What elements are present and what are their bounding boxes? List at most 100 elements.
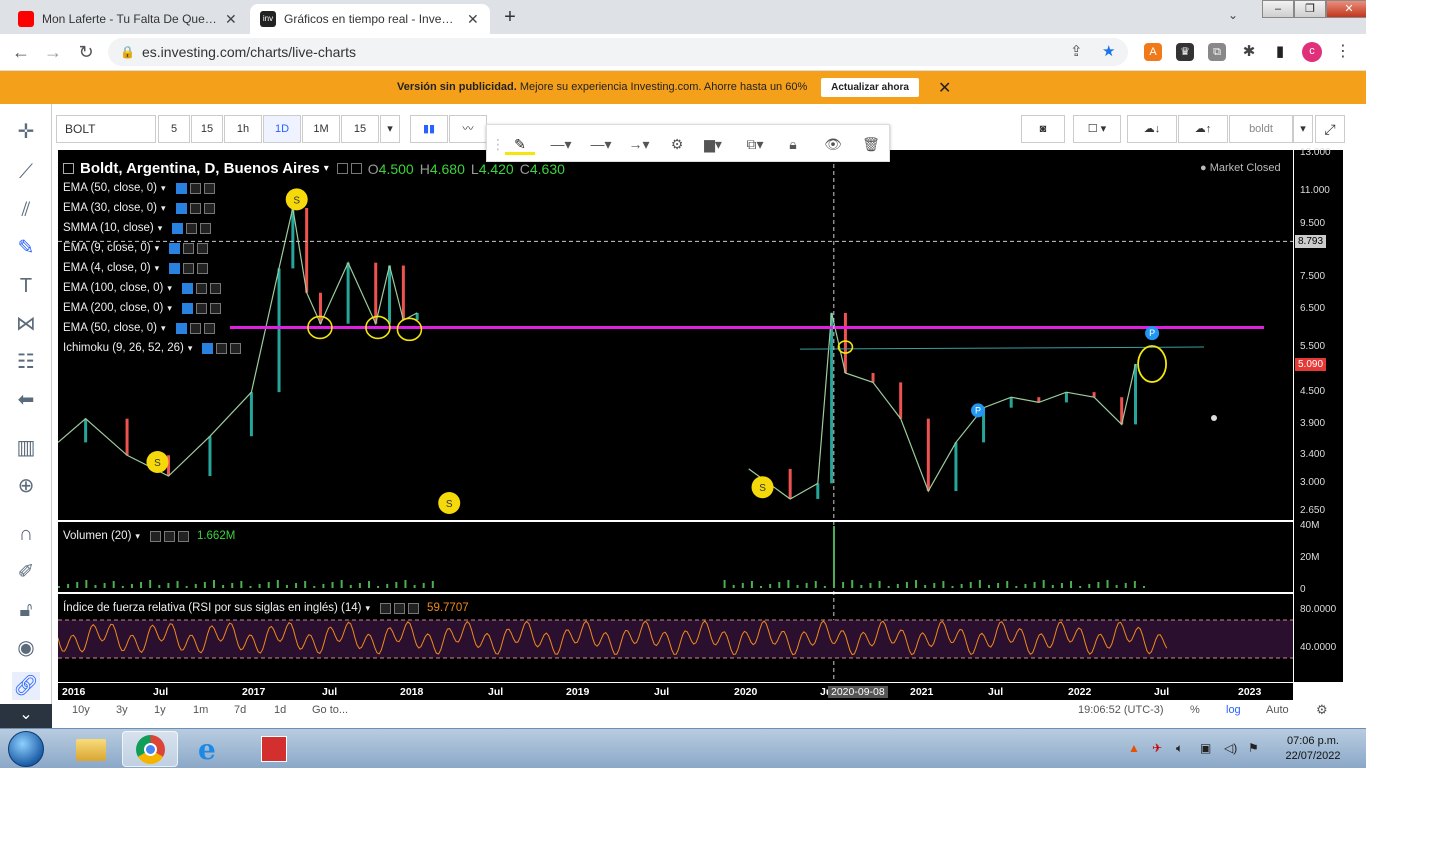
visibility-icon[interactable] bbox=[175, 182, 187, 194]
percent-toggle[interactable]: % bbox=[1190, 704, 1200, 716]
upgrade-button[interactable]: Actualizar ahora bbox=[821, 78, 919, 97]
symbol-search-input[interactable]: BOLT bbox=[56, 115, 156, 143]
speaker-tray-icon[interactable]: ◁) bbox=[1224, 741, 1237, 755]
goto-date-button[interactable]: Go to... bbox=[312, 704, 348, 716]
settings-icon[interactable] bbox=[189, 182, 201, 194]
text-tool-icon[interactable]: T bbox=[12, 272, 40, 300]
settings-icon[interactable] bbox=[216, 342, 228, 354]
side-panel-icon[interactable]: ▮ bbox=[1271, 43, 1289, 61]
dropdown-icon[interactable]: ▾ bbox=[158, 223, 163, 234]
file-explorer-icon[interactable] bbox=[62, 731, 118, 767]
settings-icon[interactable] bbox=[183, 242, 195, 254]
indicator-legend-item[interactable]: SMMA (10, close) ▾ bbox=[63, 222, 212, 234]
dropdown-icon[interactable]: ▾ bbox=[161, 323, 166, 334]
network-tray-icon[interactable]: ▣ bbox=[1200, 741, 1211, 755]
extension-a-icon[interactable]: A bbox=[1144, 43, 1162, 61]
drag-handle-icon[interactable]: ⋮ bbox=[491, 133, 505, 155]
range-1d[interactable]: 1d bbox=[274, 704, 286, 716]
indicator-legend-item[interactable]: EMA (50, close, 0) ▾ bbox=[63, 182, 215, 194]
indicator-legend-item[interactable]: EMA (30, close, 0) ▾ bbox=[63, 202, 215, 214]
tab-investing[interactable]: inv Gráficos en tiempo real - Investing … bbox=[250, 4, 490, 34]
remove-icon[interactable] bbox=[203, 322, 215, 334]
remove-icon[interactable] bbox=[197, 242, 209, 254]
settings-icon[interactable] bbox=[394, 602, 406, 614]
settings-icon[interactable] bbox=[186, 222, 198, 234]
scale-settings-gear-icon[interactable]: ⚙ bbox=[1316, 702, 1328, 718]
save-layout-cloud-icon[interactable]: ☁↑ bbox=[1178, 115, 1228, 143]
range-1y[interactable]: 1y bbox=[154, 704, 166, 716]
settings-icon[interactable] bbox=[183, 262, 195, 274]
windows-start-icon[interactable] bbox=[8, 731, 44, 767]
zoom-in-icon[interactable]: ⊕ bbox=[12, 472, 40, 500]
remove-icon[interactable] bbox=[203, 202, 215, 214]
range-10y[interactable]: 10y bbox=[72, 704, 90, 716]
indicator-legend-item[interactable]: EMA (9, close, 0) ▾ bbox=[63, 242, 209, 254]
dropdown-icon[interactable]: ▾ bbox=[155, 263, 160, 274]
settings-icon[interactable] bbox=[336, 163, 348, 174]
remove-icon[interactable] bbox=[177, 530, 189, 542]
visibility-icon[interactable] bbox=[169, 262, 181, 274]
auto-toggle[interactable]: Auto bbox=[1266, 704, 1289, 716]
visibility-icon[interactable] bbox=[175, 322, 187, 334]
dropdown-icon[interactable]: ▾ bbox=[161, 203, 166, 214]
interval-custom[interactable]: 15 bbox=[341, 115, 379, 143]
interval-1d[interactable]: 1D bbox=[263, 115, 301, 143]
magnet-icon[interactable]: ∩ bbox=[12, 520, 40, 548]
settings-icon[interactable] bbox=[189, 322, 201, 334]
back-button[interactable]: ← bbox=[10, 42, 32, 63]
visibility-icon[interactable] bbox=[380, 602, 392, 614]
dropdown-icon[interactable]: ▾ bbox=[167, 283, 172, 294]
rsi-legend[interactable]: Índice de fuerza relativa (RSI por sus s… bbox=[63, 602, 469, 614]
crosshair-tool-icon[interactable]: ✛ bbox=[12, 118, 40, 146]
load-layout-cloud-icon[interactable]: ☁↓ bbox=[1127, 115, 1177, 143]
symbol-legend[interactable]: Boldt, Argentina, D, Buenos Aires ▾ O 4.5… bbox=[63, 160, 565, 177]
tray-tool-icon[interactable]: ✈ bbox=[1152, 741, 1162, 755]
prediction-tool-icon[interactable]: ☷ bbox=[12, 348, 40, 376]
fullscreen-icon[interactable]: ⤢ bbox=[1315, 115, 1345, 143]
template-icon[interactable]: ▆▾ bbox=[697, 133, 729, 155]
share-icon[interactable]: ⇪ bbox=[1070, 38, 1083, 66]
forward-button[interactable]: → bbox=[42, 42, 64, 63]
remove-icon[interactable] bbox=[200, 222, 212, 234]
pen-color-icon[interactable]: ✎ bbox=[505, 133, 535, 155]
avast-tray-icon[interactable]: ▲ bbox=[1128, 741, 1140, 755]
visibility-eye-icon[interactable]: 👁︎ bbox=[821, 133, 845, 155]
brush-tool-icon[interactable]: ✎ bbox=[12, 234, 40, 262]
line-end-icon[interactable]: →▾ bbox=[621, 133, 657, 155]
candles-chart-icon[interactable]: ▮▮ bbox=[410, 115, 448, 143]
dropdown-icon[interactable]: ▾ bbox=[155, 243, 160, 254]
indicator-legend-item[interactable]: Ichimoku (9, 26, 52, 26) ▾ bbox=[63, 342, 242, 354]
indicator-legend-item[interactable]: EMA (100, close, 0) ▾ bbox=[63, 282, 221, 294]
interval-5[interactable]: 5 bbox=[158, 115, 190, 143]
visibility-icon[interactable] bbox=[172, 222, 184, 234]
time-axis[interactable]: 2016 Jul 2017 Jul 2018 Jul 2019 Jul 2020 Jul 2021 J… bbox=[58, 682, 1293, 700]
settings-icon[interactable] bbox=[195, 302, 207, 314]
reload-button[interactable]: ↻ bbox=[75, 42, 97, 63]
volume-tray-icon[interactable]: 🔈︎ bbox=[1176, 741, 1183, 756]
dropdown-icon[interactable]: ▾ bbox=[188, 343, 193, 354]
visibility-icon[interactable] bbox=[149, 530, 161, 542]
dropdown-icon[interactable]: ▾ bbox=[161, 183, 166, 194]
url-input[interactable]: 🔒 es.investing.com/charts/live-charts ⇪ … bbox=[108, 38, 1128, 66]
visibility-icon[interactable] bbox=[169, 242, 181, 254]
delete-trash-icon[interactable]: 🗑︎ bbox=[859, 133, 883, 155]
layout-dropdown-icon[interactable]: ▾ bbox=[1293, 115, 1313, 143]
browser-menu-icon[interactable]: ⋮ bbox=[1334, 43, 1352, 61]
settings-icon[interactable] bbox=[195, 282, 207, 294]
range-1m[interactable]: 1m bbox=[193, 704, 208, 716]
close-tab-icon[interactable]: ✕ bbox=[225, 11, 237, 28]
new-tab-button[interactable]: + bbox=[498, 6, 522, 30]
remove-icon[interactable] bbox=[350, 163, 362, 174]
range-7d[interactable]: 7d bbox=[234, 704, 246, 716]
dropdown-icon[interactable]: ▾ bbox=[135, 531, 140, 542]
maximize-button[interactable]: ❐ bbox=[1294, 0, 1326, 18]
remove-icon[interactable] bbox=[209, 282, 221, 294]
visibility-icon[interactable] bbox=[181, 302, 193, 314]
minimize-button[interactable]: – bbox=[1262, 0, 1294, 18]
interval-1h[interactable]: 1h bbox=[224, 115, 262, 143]
measure-tool-icon[interactable]: ▥ bbox=[12, 434, 40, 462]
extension-copy-icon[interactable]: ⧉ bbox=[1208, 43, 1226, 61]
promo-close-icon[interactable]: ✕ bbox=[938, 78, 951, 98]
line-dash-icon[interactable]: —▾ bbox=[583, 133, 619, 155]
trend-line-tool-icon[interactable]: ⟋ bbox=[12, 158, 40, 186]
